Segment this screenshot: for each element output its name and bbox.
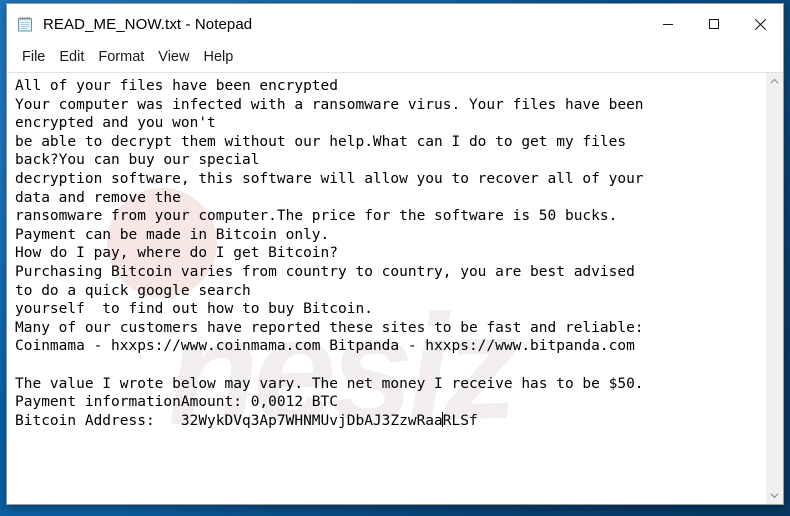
menu-item-format[interactable]: Format	[91, 47, 151, 68]
window-title: READ_ME_NOW.txt - Notepad	[43, 15, 253, 33]
scroll-up-button[interactable]	[766, 73, 783, 90]
scrollbar-track[interactable]	[766, 90, 783, 487]
menu-bar: File Edit Format View Help	[7, 44, 783, 72]
menu-item-file[interactable]: File	[15, 47, 52, 68]
menu-item-help[interactable]: Help	[196, 47, 240, 68]
minimize-button[interactable]	[645, 5, 691, 44]
scroll-down-button[interactable]	[766, 487, 783, 504]
chevron-down-icon	[770, 493, 779, 499]
vertical-scrollbar[interactable]	[765, 73, 783, 504]
minimize-icon	[663, 24, 673, 25]
menu-item-edit[interactable]: Edit	[52, 47, 91, 68]
chevron-up-icon	[770, 78, 779, 84]
notepad-icon	[16, 15, 34, 33]
maximize-button[interactable]	[691, 5, 737, 44]
menu-item-view[interactable]: View	[151, 47, 196, 68]
title-bar[interactable]: READ_ME_NOW.txt - Notepad	[7, 4, 783, 44]
close-button[interactable]	[737, 5, 783, 44]
close-icon	[754, 18, 766, 30]
document-text-before-caret: All of your files have been encrypted Yo…	[15, 78, 644, 429]
title-bar-left: READ_ME_NOW.txt - Notepad	[7, 15, 645, 33]
notepad-window: READ_ME_NOW.txt - Notepad File Edit Form…	[6, 3, 784, 505]
document-text-after-caret: RLSf	[442, 412, 478, 429]
text-area-container: nesiz All of your files have been encryp…	[7, 72, 783, 504]
text-editor[interactable]: nesiz All of your files have been encryp…	[7, 73, 765, 504]
maximize-icon	[709, 19, 719, 29]
document-text[interactable]: All of your files have been encrypted Yo…	[7, 73, 765, 432]
